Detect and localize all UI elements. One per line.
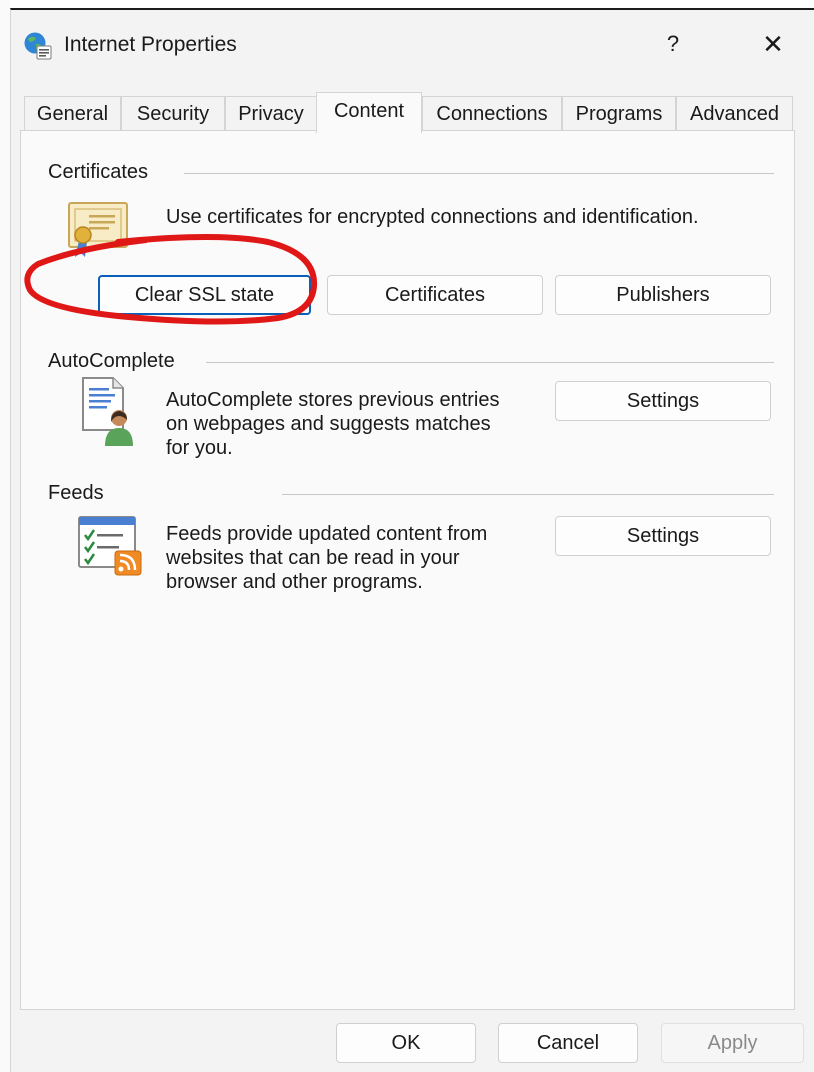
help-button[interactable]: ? (651, 24, 695, 64)
feeds-description-line-2: websites that can be read in your (166, 547, 460, 569)
publishers-button[interactable]: Publishers (555, 275, 771, 315)
feeds-description-line-1: Feeds provide updated content from (166, 523, 488, 545)
certificates-group-divider (184, 173, 774, 174)
certificates-group-label: Certificates (48, 161, 149, 183)
autocomplete-group-label: AutoComplete (48, 350, 175, 372)
ok-button[interactable]: OK (336, 1023, 476, 1063)
certificate-icon (67, 199, 131, 264)
certificates-description: Use certificates for encrypted connectio… (166, 206, 699, 228)
close-button[interactable]: ✕ (747, 24, 799, 64)
cancel-button[interactable]: Cancel (498, 1023, 638, 1063)
certificates-button[interactable]: Certificates (327, 275, 543, 315)
tab-general[interactable]: General (24, 96, 121, 131)
feeds-rss-icon (77, 515, 145, 582)
feeds-group-label: Feeds (48, 482, 104, 504)
backdrop-edge (0, 0, 10, 1072)
autocomplete-group-divider (206, 362, 774, 363)
feeds-settings-button[interactable]: Settings (555, 516, 771, 556)
autocomplete-settings-button[interactable]: Settings (555, 381, 771, 421)
autocomplete-description-line-3: for you. (166, 437, 233, 459)
autocomplete-description-line-2: on webpages and suggests matches (166, 413, 491, 435)
window-title: Internet Properties (64, 33, 237, 56)
tab-connections[interactable]: Connections (422, 96, 562, 131)
feeds-description-line-3: browser and other programs. (166, 571, 423, 593)
tab-privacy[interactable]: Privacy (225, 96, 317, 131)
tab-programs[interactable]: Programs (562, 96, 676, 131)
tab-advanced[interactable]: Advanced (676, 96, 793, 131)
clear-ssl-state-button[interactable]: Clear SSL state (98, 275, 311, 315)
internet-globe-icon (23, 31, 53, 61)
tab-security[interactable]: Security (121, 96, 225, 131)
feeds-group-divider (282, 494, 774, 495)
content-tab-panel: Certificates Use certificates for encryp… (20, 130, 795, 1010)
title-bar: Internet Properties ? ✕ (11, 10, 814, 78)
tab-content[interactable]: Content (316, 92, 422, 133)
apply-button[interactable]: Apply (661, 1023, 804, 1063)
autocomplete-description-line-1: AutoComplete stores previous entries (166, 389, 500, 411)
internet-properties-dialog: Internet Properties ? ✕ General Security… (10, 8, 814, 1072)
tab-strip: General Security Privacy Content Connect… (24, 92, 794, 133)
autocomplete-user-icon (81, 374, 137, 451)
